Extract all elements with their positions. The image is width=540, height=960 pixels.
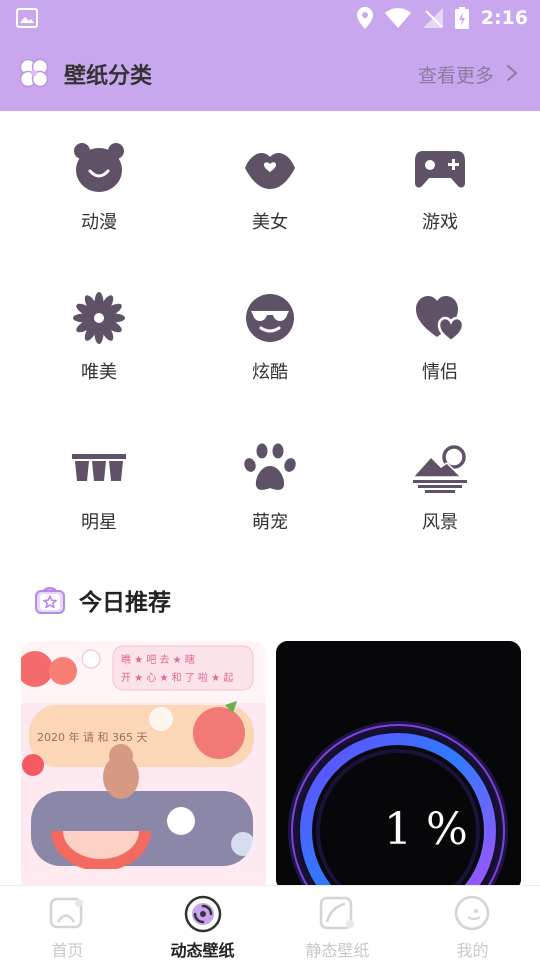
hearts-icon bbox=[416, 296, 465, 343]
flower-icon bbox=[73, 292, 125, 344]
gamepad-icon bbox=[415, 151, 465, 188]
category-aesthetic[interactable]: 唯美 bbox=[12, 261, 182, 401]
category-label: 萌宠 bbox=[252, 512, 288, 533]
category-label: 风景 bbox=[422, 512, 458, 533]
category-label: 美女 bbox=[252, 212, 288, 233]
bear-icon bbox=[74, 143, 124, 192]
wallpaper-banner-text: 2020 年 请 和 365 天 bbox=[37, 730, 147, 744]
category-couple[interactable]: 情侣 bbox=[353, 261, 523, 401]
category-label: 炫酷 bbox=[252, 362, 288, 383]
chevron-right-icon[interactable] bbox=[506, 64, 518, 82]
tab-live-wallpaper[interactable]: 动态壁纸 bbox=[135, 886, 270, 960]
tab-label: 首页 bbox=[51, 941, 84, 960]
category-label: 唯美 bbox=[81, 362, 117, 383]
category-label: 游戏 bbox=[422, 212, 458, 233]
wallpaper-thumbnail: 瞧 ★ 吧 去 ★ 瞎 开 ★ 心 ★ 和 了 啦 ★ 起 2020 年 请 和… bbox=[21, 641, 266, 891]
category-cool[interactable]: 炫酷 bbox=[183, 261, 353, 401]
profile-icon bbox=[454, 895, 490, 931]
section-title: 今日推荐 bbox=[79, 590, 171, 616]
wallpaper-text-1: 瞧 ★ 吧 去 ★ 瞎 bbox=[121, 653, 195, 666]
page-title: 壁纸分类 bbox=[64, 64, 153, 89]
home-icon bbox=[49, 897, 83, 929]
tab-home[interactable]: 首页 bbox=[0, 886, 135, 960]
shopping-bag-icon bbox=[35, 587, 65, 614]
disc-icon bbox=[184, 895, 222, 933]
wallpaper-thumbnail: 1 % bbox=[276, 641, 521, 891]
tab-profile[interactable]: 我的 bbox=[405, 886, 540, 960]
category-star[interactable]: 明星 bbox=[12, 411, 182, 551]
category-beauty[interactable]: 美女 bbox=[183, 111, 353, 251]
wallpaper-card-neon[interactable]: 1 % bbox=[276, 641, 521, 891]
category-scenery[interactable]: 风景 bbox=[353, 411, 523, 551]
lips-icon bbox=[245, 152, 295, 189]
wifi-icon bbox=[384, 8, 411, 28]
tab-label: 静态壁纸 bbox=[305, 941, 370, 960]
category-anime[interactable]: 动漫 bbox=[12, 111, 182, 251]
location-icon bbox=[356, 7, 373, 29]
bottom-tab-bar: 首页 动态壁纸 静态壁纸 我的 bbox=[0, 885, 540, 960]
clover-icon bbox=[19, 58, 49, 88]
wallpaper-text-2: 开 ★ 心 ★ 和 了 啦 ★ 起 bbox=[121, 671, 233, 684]
category-header: 壁纸分类 查看更多 bbox=[0, 36, 540, 111]
view-more-link[interactable]: 查看更多 bbox=[418, 61, 494, 88]
image-icon bbox=[319, 896, 354, 930]
tab-static-wallpaper[interactable]: 静态壁纸 bbox=[270, 886, 405, 960]
category-label: 明星 bbox=[81, 512, 117, 533]
stage-icon bbox=[72, 454, 126, 481]
sunglasses-face-icon bbox=[246, 294, 294, 342]
landscape-icon bbox=[413, 445, 467, 493]
wallpaper-card-pastel[interactable]: 瞧 ★ 吧 去 ★ 瞎 开 ★ 心 ★ 和 了 啦 ★ 起 2020 年 请 和… bbox=[21, 641, 266, 891]
category-label: 动漫 bbox=[81, 212, 117, 233]
paw-icon bbox=[244, 443, 296, 490]
battery-charging-icon bbox=[454, 7, 469, 29]
category-label: 情侣 bbox=[422, 362, 458, 383]
status-bar: 2:16 bbox=[0, 0, 540, 36]
no-signal-icon bbox=[422, 8, 443, 28]
status-time: 2:16 bbox=[480, 7, 528, 29]
gallery-notification-icon bbox=[16, 8, 38, 28]
tab-label: 我的 bbox=[456, 941, 489, 960]
tab-label: 动态壁纸 bbox=[170, 941, 235, 960]
progress-text: 1 % bbox=[384, 804, 468, 855]
category-game[interactable]: 游戏 bbox=[353, 111, 523, 251]
category-pet[interactable]: 萌宠 bbox=[183, 411, 353, 551]
